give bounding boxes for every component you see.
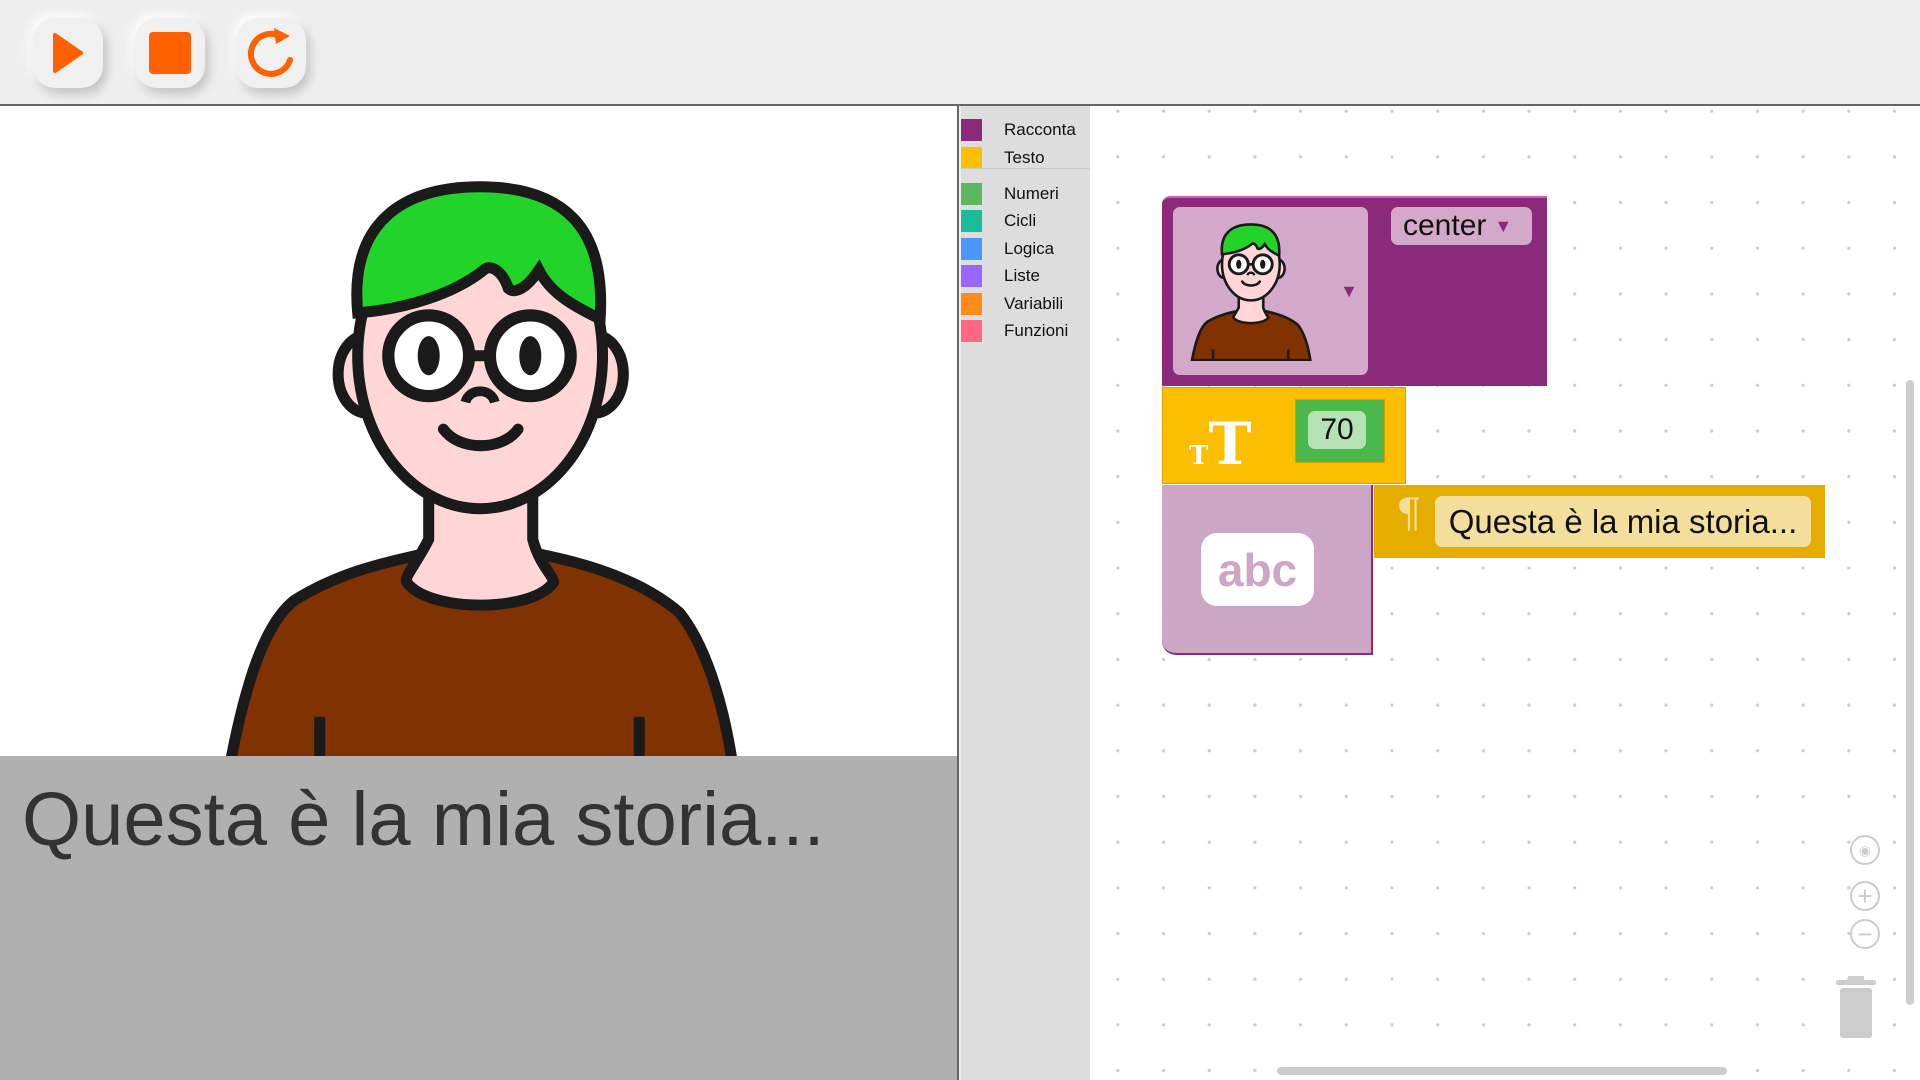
category-liste[interactable]: Liste bbox=[961, 263, 1090, 289]
position-dropdown[interactable]: center ▼ bbox=[1391, 207, 1532, 245]
stage: Questa è la mia storia... bbox=[0, 106, 959, 1080]
category-color bbox=[961, 210, 982, 232]
category-label: Numeri bbox=[1004, 184, 1059, 203]
zoom-out-icon[interactable]: − bbox=[1850, 919, 1880, 949]
character-thumbnail bbox=[1190, 223, 1312, 361]
category-color bbox=[961, 119, 982, 141]
say-text-block[interactable]: abc bbox=[1162, 485, 1373, 655]
toolbox: Racconta Testo Numeri Cicli Logica Liste… bbox=[961, 106, 1090, 1080]
stop-icon bbox=[149, 32, 191, 74]
zoom-in-icon[interactable]: + bbox=[1850, 881, 1880, 911]
category-label: Testo bbox=[1004, 148, 1045, 167]
category-label: Liste bbox=[1004, 266, 1040, 285]
category-racconta[interactable]: Racconta bbox=[961, 117, 1090, 143]
restart-button[interactable] bbox=[236, 18, 306, 88]
category-cicli[interactable]: Cicli bbox=[961, 208, 1090, 234]
category-variabili[interactable]: Variabili bbox=[961, 291, 1090, 317]
trash-icon[interactable] bbox=[1834, 976, 1878, 1040]
toolbar bbox=[0, 0, 1920, 106]
toolbox-separator bbox=[961, 168, 1090, 169]
vertical-scrollbar[interactable] bbox=[1906, 380, 1914, 1005]
stop-button[interactable] bbox=[135, 18, 205, 88]
text-string-block[interactable]: ¶ Questa è la mia storia... bbox=[1374, 485, 1825, 558]
category-logica[interactable]: Logica bbox=[961, 236, 1090, 262]
category-label: Funzioni bbox=[1004, 321, 1069, 340]
dropdown-arrow-icon: ▼ bbox=[1340, 281, 1358, 301]
workspace[interactable]: ▼ center ▼ TT 70 abc ¶ Questa è la mia s… bbox=[1090, 106, 1920, 1080]
text-field[interactable]: Questa è la mia storia... bbox=[1435, 496, 1811, 547]
category-color bbox=[961, 238, 982, 260]
category-label: Variabili bbox=[1004, 294, 1064, 313]
stage-caption: Questa è la mia storia... bbox=[22, 777, 825, 862]
play-icon bbox=[53, 33, 83, 73]
character-picker[interactable]: ▼ bbox=[1173, 207, 1368, 375]
abc-label: abc bbox=[1201, 533, 1314, 606]
play-button[interactable] bbox=[33, 18, 103, 88]
category-color bbox=[961, 265, 982, 287]
category-numeri[interactable]: Numeri bbox=[961, 181, 1090, 207]
category-label: Cicli bbox=[1004, 211, 1037, 230]
category-label: Logica bbox=[1004, 239, 1055, 258]
paragraph-icon: ¶ bbox=[1396, 491, 1422, 537]
text-size-block[interactable]: TT 70 bbox=[1162, 387, 1406, 484]
caption-area: Questa è la mia storia... bbox=[0, 756, 957, 1080]
number-field[interactable]: 70 bbox=[1308, 411, 1366, 449]
show-character-block[interactable]: ▼ center ▼ bbox=[1162, 196, 1547, 386]
restart-icon bbox=[248, 28, 293, 77]
category-color bbox=[961, 183, 982, 205]
character-image bbox=[0, 106, 959, 756]
category-color bbox=[961, 293, 982, 315]
category-color bbox=[961, 147, 982, 169]
dropdown-arrow-icon: ▼ bbox=[1494, 215, 1513, 236]
category-funzioni[interactable]: Funzioni bbox=[961, 318, 1090, 344]
position-value: center bbox=[1403, 209, 1487, 242]
recenter-icon[interactable]: ◉ bbox=[1850, 835, 1880, 865]
category-label: Racconta bbox=[1004, 120, 1076, 139]
horizontal-scrollbar[interactable] bbox=[1277, 1067, 1727, 1075]
text-size-icon: TT bbox=[1189, 410, 1252, 478]
number-block[interactable]: 70 bbox=[1295, 399, 1385, 463]
category-color bbox=[961, 320, 982, 342]
